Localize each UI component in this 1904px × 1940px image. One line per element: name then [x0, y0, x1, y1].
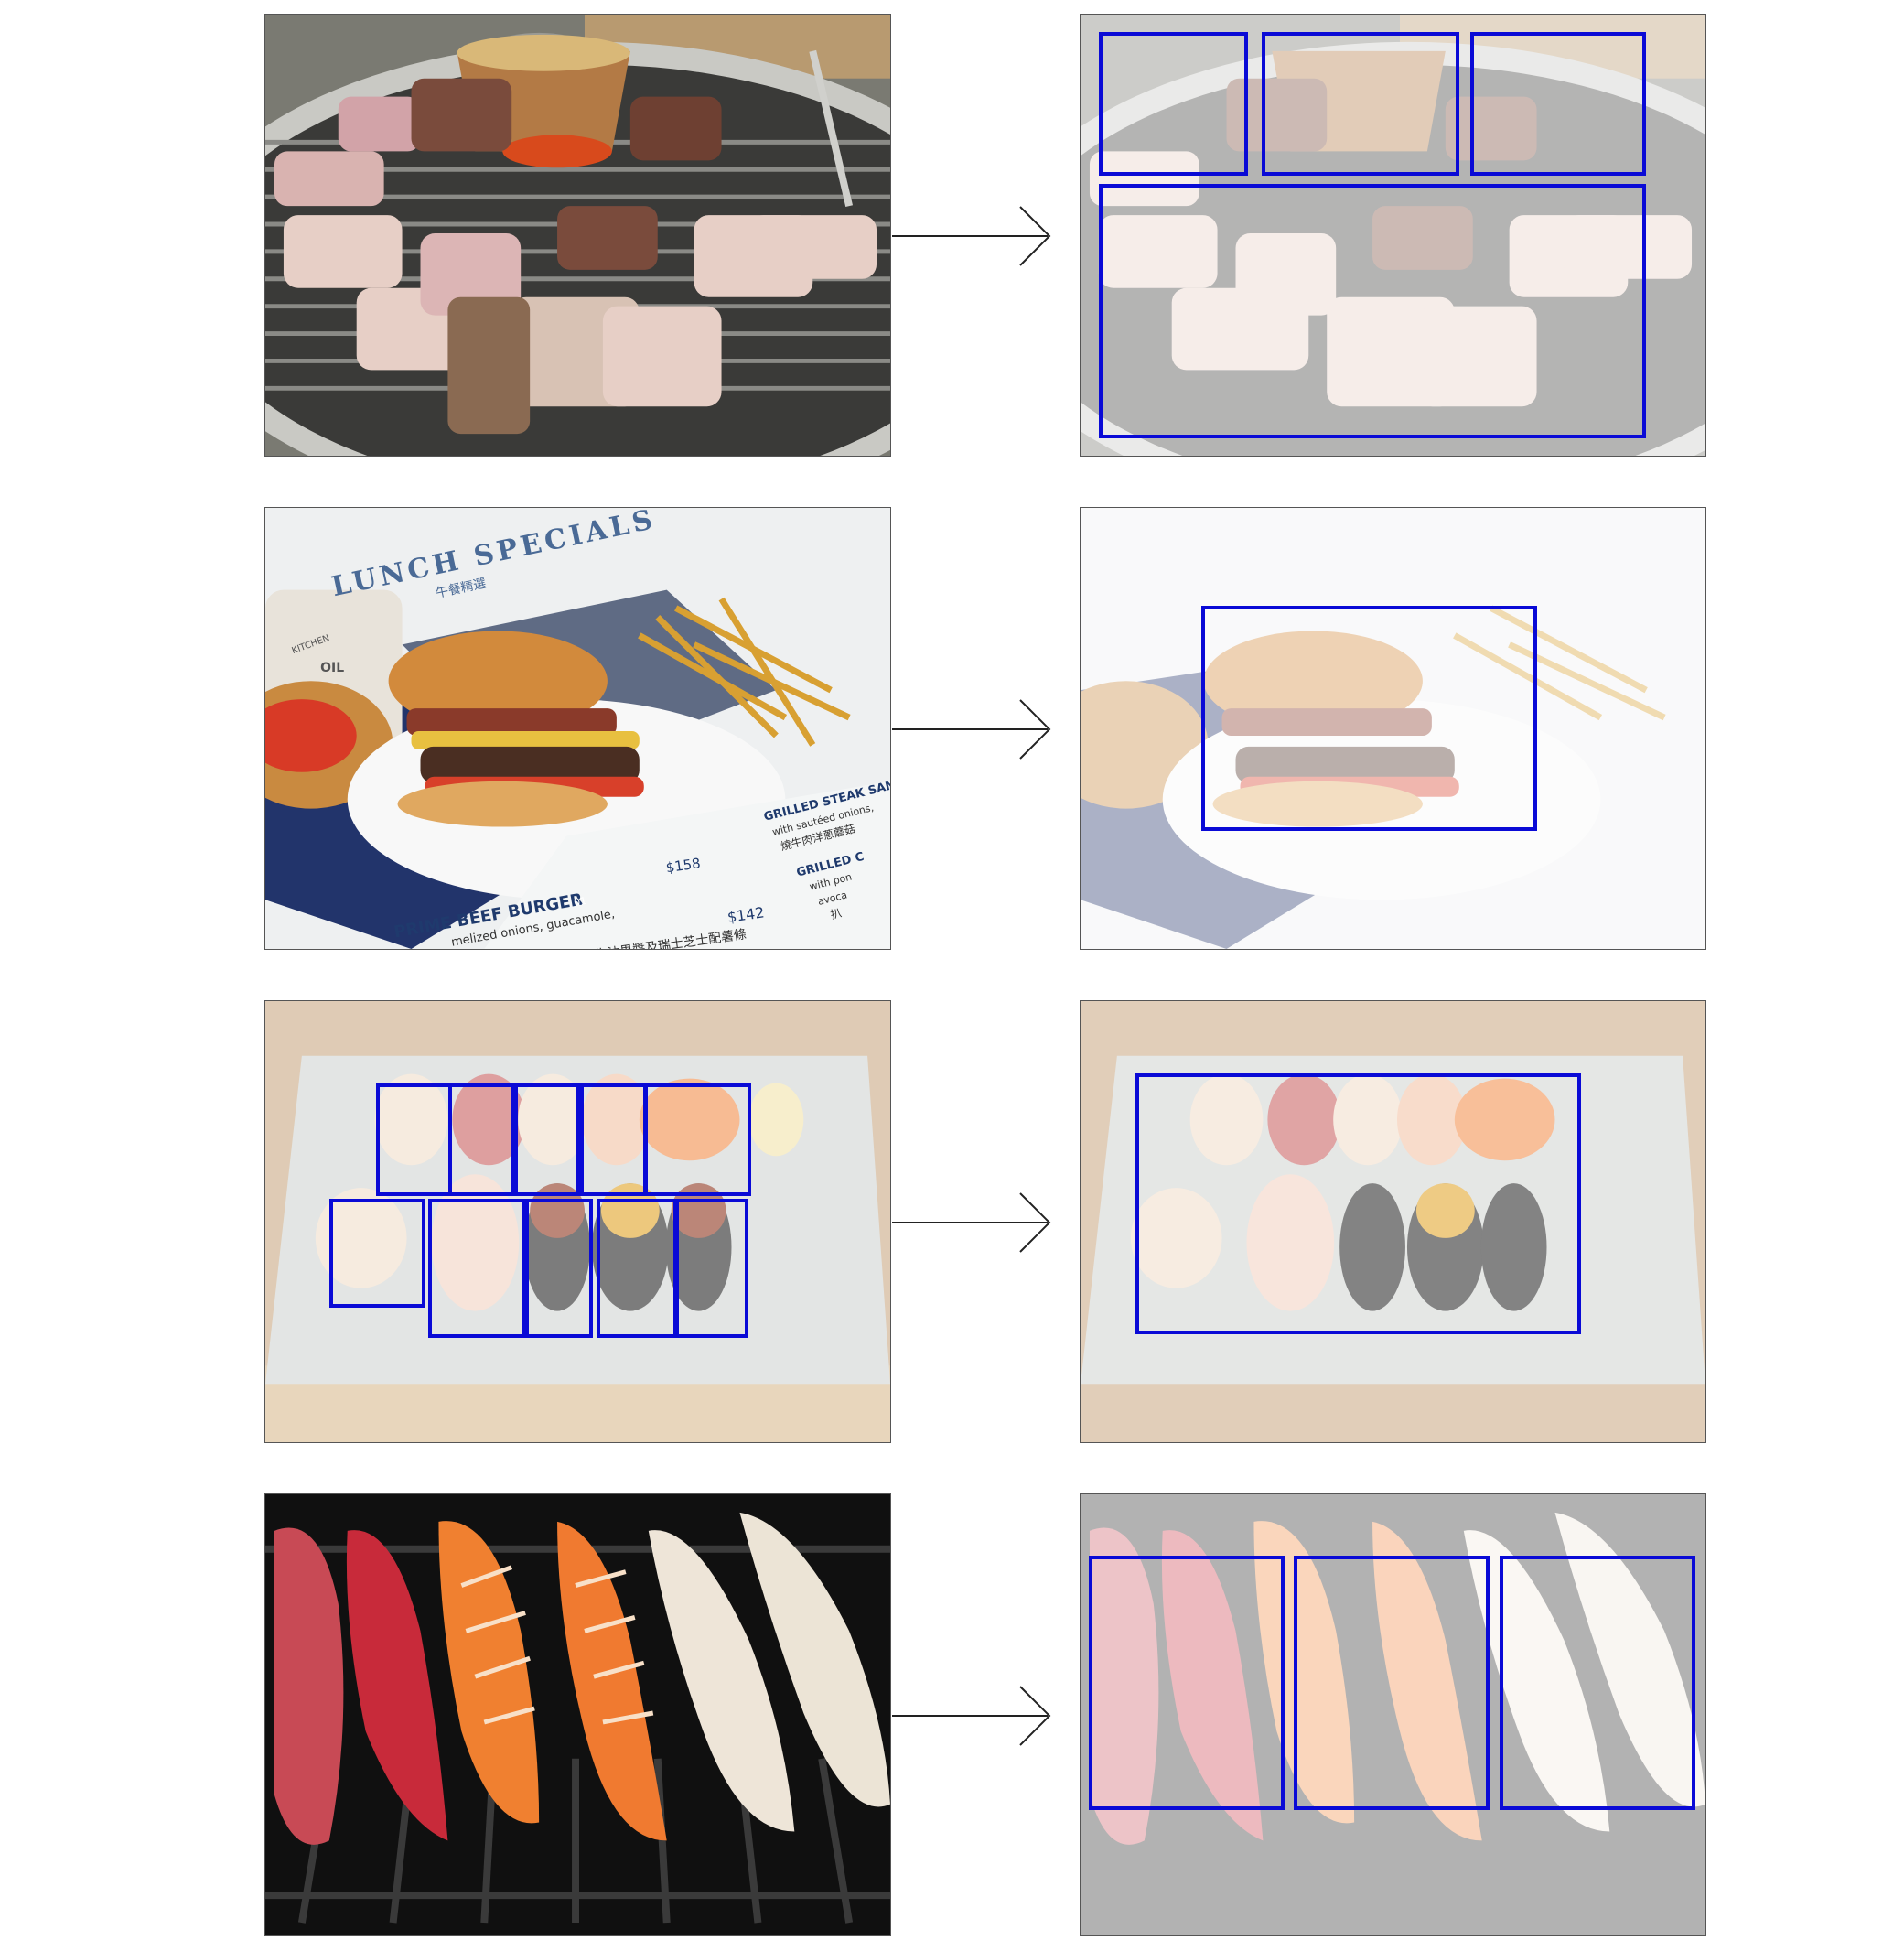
- menu-item-1-badge: 01: [573, 895, 587, 909]
- bounding-box: [1201, 606, 1537, 831]
- arrow-row-1: [892, 206, 1051, 266]
- sushi-plate-original-image: [264, 1000, 891, 1443]
- menu-title: LUNCH SPECIALS: [328, 508, 658, 603]
- sushi-row-original-image: [264, 1493, 891, 1936]
- bounding-box: [525, 1199, 593, 1338]
- bounding-box: [1470, 32, 1646, 176]
- bounding-box: [1089, 1556, 1285, 1810]
- arrow-row-3: [892, 1192, 1051, 1253]
- logo-word: KITCHEN: [291, 633, 331, 656]
- menu-price-a: $158: [665, 855, 702, 876]
- sushi-plate-annotated-image: [1080, 1000, 1706, 1443]
- bounding-box: [1262, 32, 1459, 176]
- bounding-box: [1099, 32, 1248, 176]
- arrow-row-2: [892, 699, 1051, 760]
- menu-item-3-desc-cn: 扒: [829, 906, 843, 921]
- bounding-box: [644, 1083, 751, 1196]
- sushi-row-annotated-image: [1080, 1493, 1706, 1936]
- menu-annotated-image: [1080, 507, 1706, 950]
- bounding-box: [1294, 1556, 1490, 1810]
- menu-item-1-desc-cn: 牛油果醬及瑞士芝士配薯條: [594, 926, 748, 949]
- grill-annotated-image: [1080, 14, 1706, 457]
- menu-item-1-price: $142: [726, 903, 766, 925]
- menu-text-layer: LUNCH SPECIALS 午餐精選 PRIME BEEF BURGER 01…: [291, 508, 890, 949]
- bounding-box: [1500, 1556, 1695, 1810]
- menu-original-image: LUNCH SPECIALS 午餐精選 PRIME BEEF BURGER 01…: [264, 507, 891, 950]
- bounding-box: [376, 1083, 452, 1196]
- sushi-row-photo: [265, 1494, 890, 1935]
- menu-item-3-desc-2: avoca: [816, 889, 848, 907]
- bounding-box: [514, 1083, 580, 1196]
- bounding-box: [428, 1199, 525, 1338]
- grill-original-image: [264, 14, 891, 457]
- logo-mark: OIL: [320, 661, 344, 675]
- bounding-box: [448, 1083, 515, 1196]
- bounding-box: [675, 1199, 748, 1338]
- arrow-row-4: [892, 1686, 1051, 1746]
- bounding-box: [1135, 1073, 1581, 1334]
- bounding-box: [1099, 184, 1646, 438]
- bounding-box: [597, 1199, 677, 1338]
- bounding-box: [329, 1199, 425, 1308]
- grill-photo: [265, 15, 890, 456]
- bounding-box: [580, 1083, 647, 1196]
